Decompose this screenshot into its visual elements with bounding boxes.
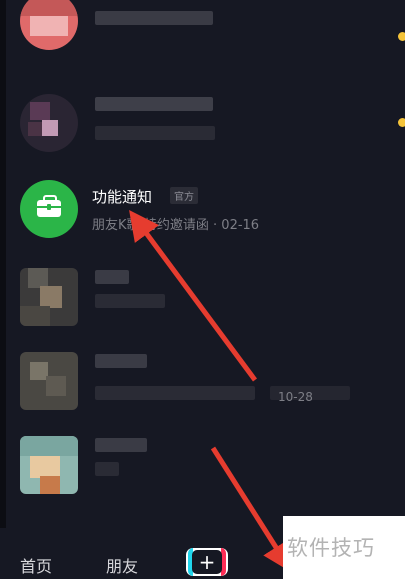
watermark: 软件技巧 <box>283 516 405 579</box>
annotation-arrows <box>129 209 293 573</box>
arrow-to-tab <box>210 446 293 573</box>
arrow-to-notice <box>129 209 258 382</box>
watermark-text: 软件技巧 <box>287 536 375 560</box>
